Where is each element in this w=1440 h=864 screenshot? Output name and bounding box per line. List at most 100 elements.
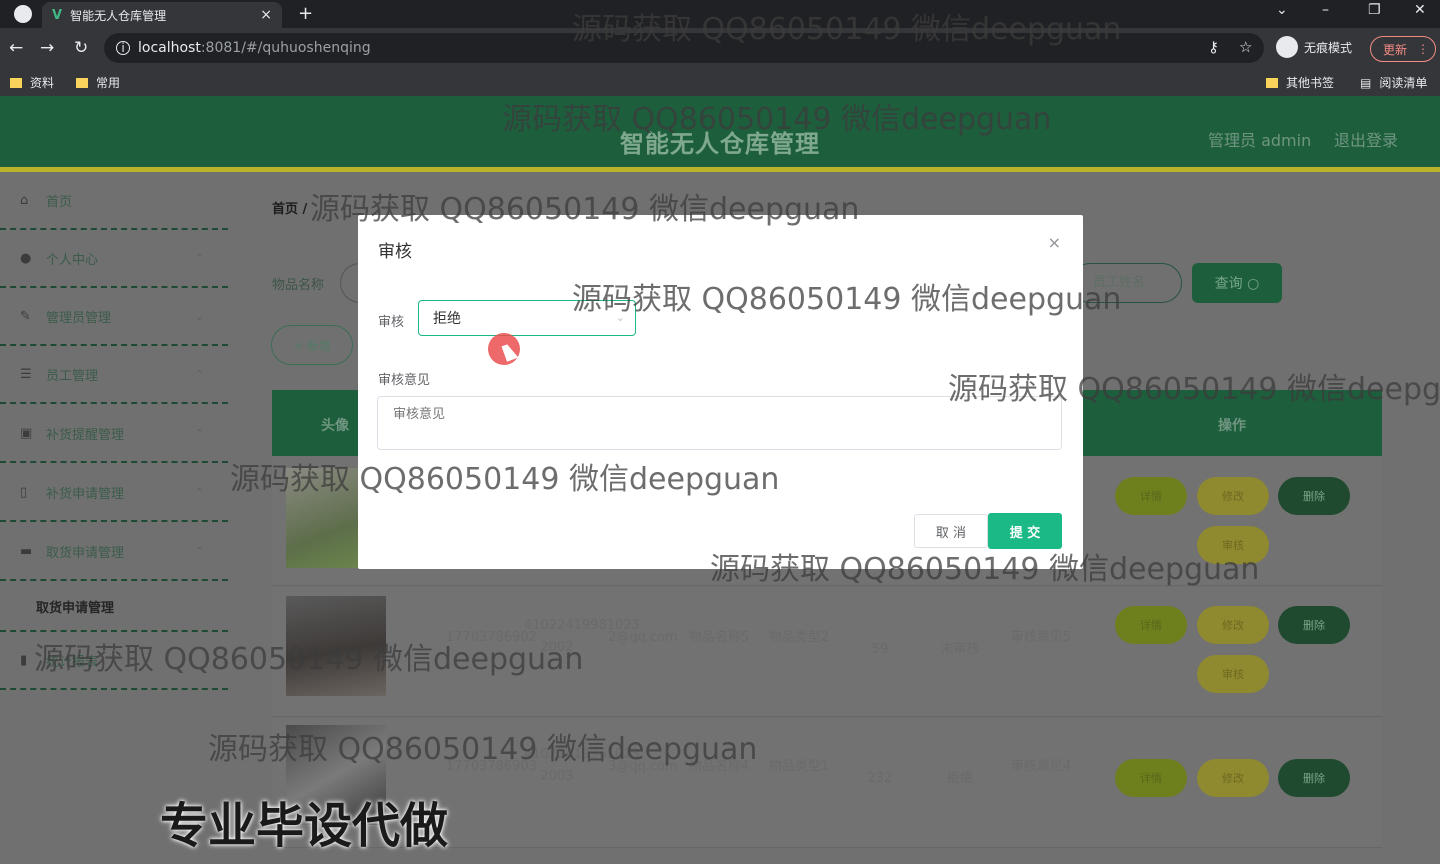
delete-label: 删除 (1303, 490, 1325, 503)
admin-label: 管理员 admin (1208, 131, 1312, 150)
item-type-cell: 物品类型2 (768, 630, 830, 645)
key-icon[interactable]: ⚷ (1208, 38, 1219, 56)
reading-list-icon: ▤ (1360, 75, 1372, 90)
edit-label: 修改 (1222, 619, 1244, 632)
admin-icon: ✎ (20, 308, 31, 324)
reminder-icon: ▣ (20, 425, 33, 441)
chart-icon: ▮ (20, 652, 28, 668)
sidebar-item-employees[interactable]: ☰ 员工管理 ⌃ (0, 346, 228, 404)
chevron-down-icon: ⌄ (615, 311, 625, 324)
url-host: localhost (138, 40, 201, 56)
review-label: 审核 (1222, 539, 1244, 552)
id-cell: 41022419961023 2003 (524, 747, 640, 784)
opinion-cell: 审核意见5 (1010, 630, 1072, 645)
list-icon: ☰ (20, 366, 32, 382)
incognito-indicator[interactable]: 无痕模式 (1276, 36, 1352, 58)
detail-label: 详情 (1140, 619, 1162, 632)
quantity-cell: 59 (871, 642, 889, 657)
avatar-image (286, 596, 386, 696)
site-info-icon[interactable]: i (116, 41, 130, 55)
folder-icon (10, 77, 22, 88)
reading-list[interactable]: ▤ 阅读清单 (1360, 74, 1427, 91)
header-actions: 操作 (1218, 418, 1246, 434)
id-cell: 41022419981023 2002 (524, 618, 640, 655)
sidebar-item-home[interactable]: ⌂ 首页 (0, 172, 228, 230)
sidebar-item-statistics[interactable]: ▮ 统计报表 (0, 632, 228, 690)
edit-button[interactable]: 修改 (1197, 759, 1269, 797)
minimize-icon[interactable]: – (1322, 2, 1329, 18)
review-button[interactable]: 审核 (1197, 526, 1269, 564)
logout-link[interactable]: 退出登录 (1334, 127, 1398, 151)
tab-close-icon[interactable]: × (260, 7, 272, 23)
detail-button[interactable]: 详情 (1115, 759, 1187, 797)
header-avatar: 头像 (321, 418, 349, 434)
restore-icon[interactable]: ❐ (1368, 2, 1381, 18)
sidebar-item-profile[interactable]: ● 个人中心 ⌃ (0, 230, 228, 288)
review-select[interactable]: 拒绝 ⌄ (418, 300, 636, 336)
other-bookmarks-label: 其他书签 (1286, 76, 1335, 90)
edit-button[interactable]: 修改 (1197, 606, 1269, 644)
folder-icon (1266, 77, 1278, 88)
query-button[interactable]: 查询 ○ (1192, 263, 1282, 303)
edit-label: 修改 (1222, 772, 1244, 785)
folder-icon (76, 77, 88, 88)
bookmark-label: 资料 (30, 76, 55, 90)
sidebar-item-label: 个人中心 (46, 252, 99, 268)
phone-cell: 17703786903 (446, 759, 537, 774)
bookmark-folder[interactable]: 资料 (10, 74, 54, 91)
delete-button[interactable]: 删除 (1278, 759, 1350, 797)
back-icon[interactable]: ← (9, 38, 23, 58)
detail-button[interactable]: 详情 (1115, 477, 1187, 515)
opinion-textarea[interactable] (377, 396, 1062, 450)
bookmarks-bar: 资料 常用 其他书签 ▤ 阅读清单 (0, 68, 1440, 96)
sidebar-item-label: 员工管理 (46, 368, 99, 384)
doc-icon: ▯ (20, 484, 28, 500)
review-dialog: 审核 × 审核 拒绝 ⌄ 审核意见 取 消 提 交 (358, 215, 1083, 569)
detail-label: 详情 (1140, 772, 1162, 785)
review-label: 审核 (1222, 668, 1244, 681)
bookmark-folder[interactable]: 常用 (76, 74, 120, 91)
box-icon: ▬ (20, 543, 33, 559)
other-bookmarks[interactable]: 其他书签 (1266, 74, 1334, 91)
item-type-cell: 物品类型1 (768, 759, 830, 774)
sidebar-item-label: 取货申请管理 (46, 545, 125, 561)
submit-button[interactable]: 提 交 (988, 513, 1062, 549)
cancel-button[interactable]: 取 消 (914, 514, 988, 548)
sidebar-item-restock-requests[interactable]: ▯ 补货申请管理 ⌃ (0, 464, 228, 522)
add-button[interactable]: + 新增 (271, 325, 353, 365)
search-label: 物品名称 (272, 278, 325, 293)
sidebar-item-label: 管理员管理 (46, 310, 112, 326)
delete-button[interactable]: 删除 (1278, 477, 1350, 515)
sidebar-item-restock-reminders[interactable]: ▣ 补货提醒管理 ⌃ (0, 405, 228, 463)
status-cell: 未审核 (940, 642, 980, 657)
breadcrumb-home[interactable]: 首页 (272, 202, 298, 217)
update-button[interactable]: 更新 ⋮ (1370, 36, 1436, 62)
url-input[interactable]: i localhost:8081/#/quhuoshenqing (104, 33, 1264, 63)
chevron-icon: ⌃ (194, 544, 204, 558)
review-select-value: 拒绝 (433, 311, 461, 327)
detail-button[interactable]: 详情 (1115, 606, 1187, 644)
review-button[interactable]: 审核 (1197, 655, 1269, 693)
tab-search-icon[interactable]: ⌄ (1276, 2, 1288, 18)
new-tab-button[interactable]: + (298, 3, 313, 24)
sidebar-item-label: 补货提醒管理 (46, 427, 125, 443)
employee-name-input[interactable]: 员工姓名 (1070, 263, 1182, 303)
submenu-pickup-requests[interactable]: 取货申请管理 (0, 582, 228, 632)
forward-icon[interactable]: → (40, 38, 54, 58)
dialog-title: 审核 (378, 242, 412, 262)
window-close-icon[interactable]: ✕ (1414, 2, 1426, 18)
edit-button[interactable]: 修改 (1197, 477, 1269, 515)
quantity-cell: 232 (867, 771, 893, 786)
dialog-close-icon[interactable]: × (1048, 233, 1061, 252)
sidebar-item-label: 统计报表 (46, 654, 99, 670)
item-name-cell: 物品名称4 (688, 759, 750, 774)
sidebar-item-admins[interactable]: ✎ 管理员管理 ⌄ (0, 288, 228, 346)
delete-button[interactable]: 删除 (1278, 606, 1350, 644)
sidebar-item-pickup-requests[interactable]: ▬ 取货申请管理 ⌃ (0, 523, 228, 581)
delete-label: 删除 (1303, 619, 1325, 632)
browser-tab[interactable]: V 智能无人仓库管理 × (42, 2, 282, 28)
reload-icon[interactable]: ↻ (74, 38, 88, 58)
star-icon[interactable]: ☆ (1239, 38, 1252, 56)
bookmark-label: 常用 (96, 76, 121, 90)
update-label: 更新 (1383, 42, 1408, 57)
